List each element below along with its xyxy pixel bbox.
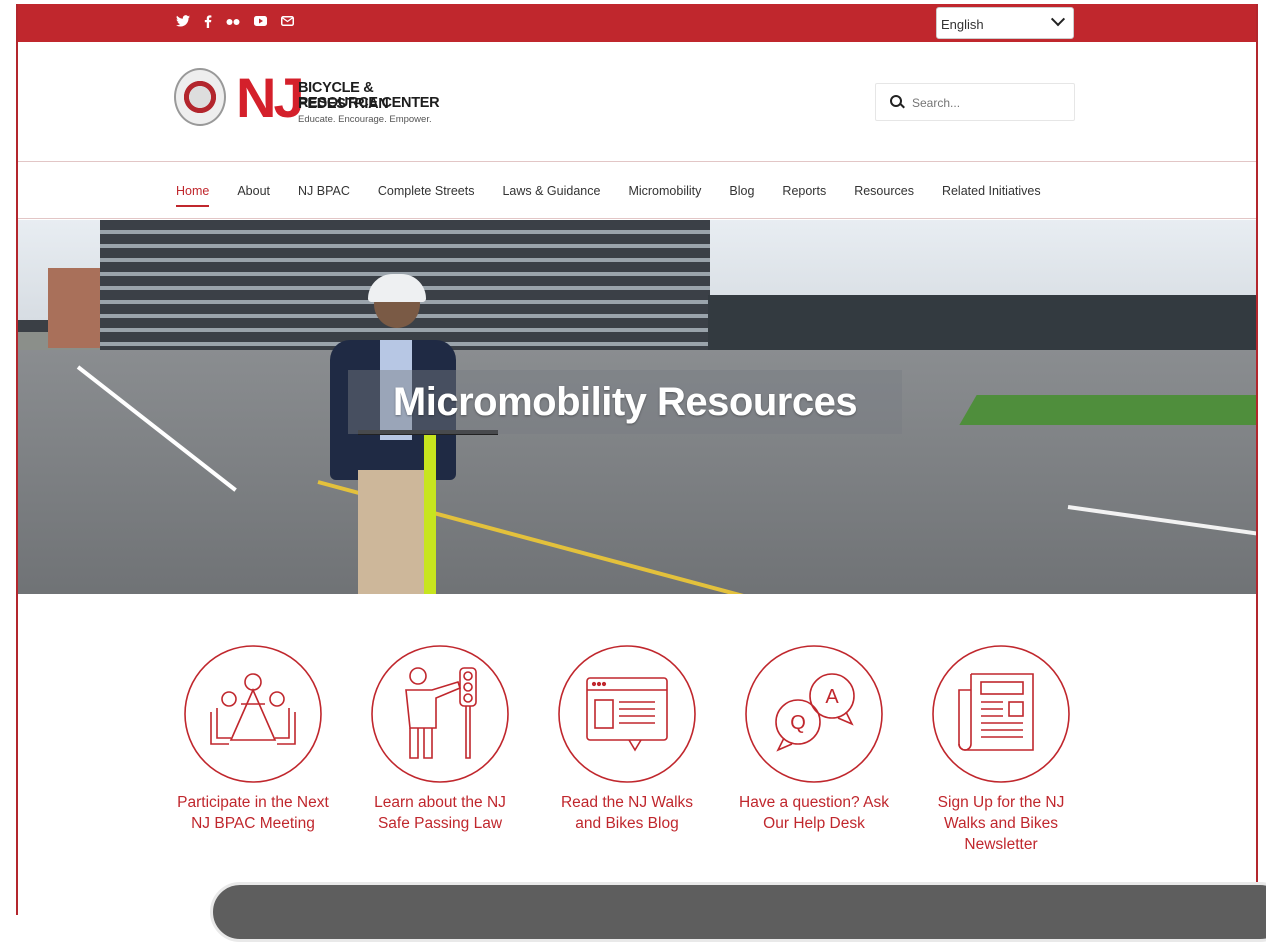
meeting-table-icon (184, 645, 322, 783)
hero-title: Micromobility Resources (348, 370, 902, 434)
language-select-value: English (941, 17, 984, 32)
nav-item-home[interactable]: Home (176, 184, 210, 207)
hero-banner: Micromobility Resources (18, 220, 1256, 594)
search-box (875, 83, 1075, 121)
nav-item-blog[interactable]: Blog (729, 184, 754, 198)
safe-passing-icon (371, 645, 509, 783)
rider-pants (358, 470, 430, 594)
card-label: Participate in the Next NJ BPAC Meeting (177, 794, 329, 832)
hero-building-left (48, 268, 103, 348)
nav-item-laws-guidance[interactable]: Laws & Guidance (502, 184, 600, 198)
logo-tagline: Educate. Encourage. Empower. (298, 114, 432, 125)
header-divider (18, 161, 1256, 162)
svg-text:Q: Q (790, 712, 806, 734)
qa-bubbles-icon: Q A (745, 645, 883, 783)
nj-seal-icon (174, 68, 226, 126)
page-frame: English NJ BICYCLE & PEDESTRIAN RESOURCE… (16, 4, 1258, 915)
top-bar: English (18, 4, 1256, 42)
svg-text:A: A (825, 686, 839, 708)
main-nav: Home About NJ BPAC Complete Streets Laws… (176, 184, 1069, 207)
newspaper-icon (932, 645, 1070, 783)
nav-item-about[interactable]: About (237, 184, 270, 198)
search-icon[interactable] (890, 95, 902, 107)
logo-line-2: RESOURCE CENTER (298, 95, 440, 111)
hero-parking-lot (708, 295, 1256, 355)
hero-scooter-rider (318, 274, 498, 594)
card-label: Learn about the NJ Safe Passing Law (374, 794, 506, 832)
search-input[interactable] (910, 93, 1064, 113)
twitter-icon[interactable] (176, 15, 190, 31)
hero-grass (959, 395, 1256, 425)
email-icon[interactable] (281, 15, 294, 31)
flickr-icon[interactable] (226, 15, 240, 31)
card-label: Sign Up for the NJ Walks and Bikes Newsl… (937, 794, 1065, 853)
facebook-icon[interactable] (204, 15, 212, 31)
card-label: Have a question? Ask Our Help Desk (739, 794, 889, 832)
logo-mark: NJ (236, 66, 305, 129)
nav-item-micromobility[interactable]: Micromobility (628, 184, 701, 198)
nav-item-nj-bpac[interactable]: NJ BPAC (298, 184, 350, 198)
nav-item-reports[interactable]: Reports (782, 184, 826, 198)
bottom-overlay-bar[interactable] (210, 882, 1266, 942)
card-label: Read the NJ Walks and Bikes Blog (560, 794, 694, 832)
site-logo[interactable]: NJ BICYCLE & PEDESTRIAN RESOURCE CENTER … (174, 66, 444, 138)
youtube-icon[interactable] (254, 15, 267, 31)
nav-item-resources[interactable]: Resources (854, 184, 914, 198)
language-select[interactable]: English (936, 7, 1074, 39)
chevron-down-icon (1050, 12, 1066, 27)
blog-screen-icon (558, 645, 696, 783)
social-links (176, 15, 294, 31)
nav-item-related-initiatives[interactable]: Related Initiatives (942, 184, 1041, 198)
scooter-pole (424, 430, 436, 594)
nav-item-complete-streets[interactable]: Complete Streets (378, 184, 475, 198)
nav-divider (18, 218, 1256, 219)
